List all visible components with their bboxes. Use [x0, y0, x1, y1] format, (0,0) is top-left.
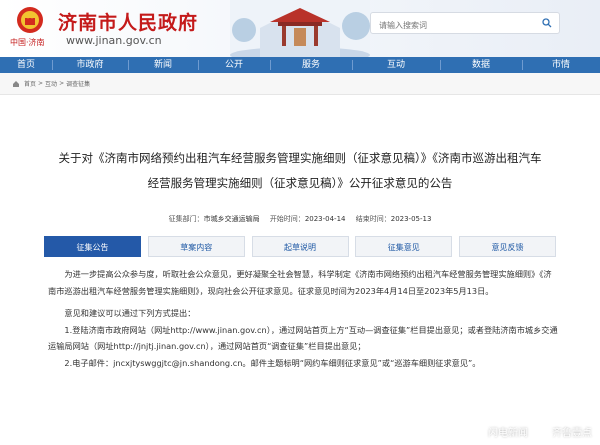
nav-item-interaction[interactable]: 互动	[352, 57, 440, 73]
nav-item-services[interactable]: 服务	[270, 57, 352, 73]
nav-item-news[interactable]: 新闻	[128, 57, 198, 73]
page-title: 关于对《济南市网络预约出租汽车经营服务管理实施细则（征求意见稿）》《济南市巡游出…	[30, 146, 570, 196]
body-paragraph-1: 为进一步提高公众参与度，听取社会公众意见，更好凝聚全社会智慧，科学制定《济南市网…	[48, 269, 552, 296]
site-header: 济南市人民政府 中国·济南 www.jinan.gov.cn	[0, 0, 600, 57]
tab-submit-opinion[interactable]: 征集意见	[355, 236, 453, 257]
breadcrumb-survey[interactable]: 调查征集	[66, 79, 90, 88]
sub-brand: 中国·济南	[10, 38, 45, 47]
breadcrumb-interaction[interactable]: 互动	[45, 79, 57, 88]
body-paragraph-2: 意见和建议可以通过下列方式提出：	[64, 308, 196, 318]
dept-value: 市城乡交通运输局	[203, 215, 260, 223]
nav-item-government[interactable]: 市政府	[52, 57, 128, 73]
article-content: 关于对《济南市网络预约出租汽车经营服务管理实施细则（征求意见稿）》《济南市巡游出…	[0, 96, 600, 445]
search-input[interactable]	[371, 15, 521, 36]
breadcrumb-separator: >	[59, 80, 65, 87]
article-tabs: 征集公告 草案内容 起草说明 征集意见 意见反馈	[44, 236, 556, 257]
end-value: 2023-05-13	[390, 215, 432, 223]
breadcrumb-home[interactable]: 首页	[24, 79, 36, 88]
search-icon	[542, 18, 552, 28]
article-meta: 征集部门：市城乡交通运输局 开始时间：2023-04-14 结束时间：2023-…	[0, 214, 600, 224]
search-box	[370, 12, 560, 36]
nav-item-data[interactable]: 数据	[440, 57, 522, 73]
body-paragraph-4: 2.电子邮件：jncxjtyswggjtc@jn.shandong.cn。邮件主…	[64, 357, 481, 368]
camera-icon	[534, 428, 546, 437]
breadcrumb-separator: >	[38, 80, 44, 87]
end-label: 结束时间：	[355, 215, 391, 223]
city-landmark-illustration	[230, 0, 370, 57]
breadcrumb: 首页 > 互动 > 调查征集	[0, 73, 600, 95]
watermark-text-1: 闪电新闻	[488, 428, 528, 439]
body-paragraph-3: 1.登陆济南市政府网站（网址http://www.jinan.gov.cn），通…	[48, 324, 558, 352]
dept-label: 征集部门：	[168, 215, 204, 223]
national-emblem-icon	[17, 7, 43, 33]
search-button[interactable]	[535, 13, 559, 33]
nav-item-disclosure[interactable]: 公开	[198, 57, 270, 73]
start-value: 2023-04-14	[304, 215, 346, 223]
tab-feedback[interactable]: 意见反馈	[459, 236, 556, 257]
nav-item-city-info[interactable]: 市情	[522, 57, 600, 73]
page-title-line1: 关于对《济南市网络预约出租汽车经营服务管理实施细则（征求意见稿）》《济南市巡游出…	[58, 151, 542, 165]
nav-item-home[interactable]: 首页	[0, 57, 52, 73]
page-title-line2: 经营服务管理实施细则（征求意见稿）》公开征求意见的公告	[147, 176, 453, 190]
main-nav: 首页 市政府 新闻 公开 服务 互动 数据 市情	[0, 57, 600, 73]
tab-drafting-notes[interactable]: 起草说明	[251, 236, 349, 257]
site-title[interactable]: 济南市人民政府	[58, 8, 198, 35]
tab-announcement[interactable]: 征集公告	[44, 236, 141, 257]
home-icon	[13, 80, 19, 87]
site-url: www.jinan.gov.cn	[66, 34, 162, 47]
article-body: 为进一步提高公众参与度，听取社会公众意见，更好凝聚全社会智慧，科学制定《济南市网…	[48, 266, 558, 371]
tab-draft-content[interactable]: 草案内容	[147, 236, 245, 257]
watermark: 闪电新闻 齐鲁壹点	[488, 424, 592, 439]
start-label: 开始时间：	[269, 215, 305, 223]
watermark-text-2: 齐鲁壹点	[552, 428, 592, 439]
